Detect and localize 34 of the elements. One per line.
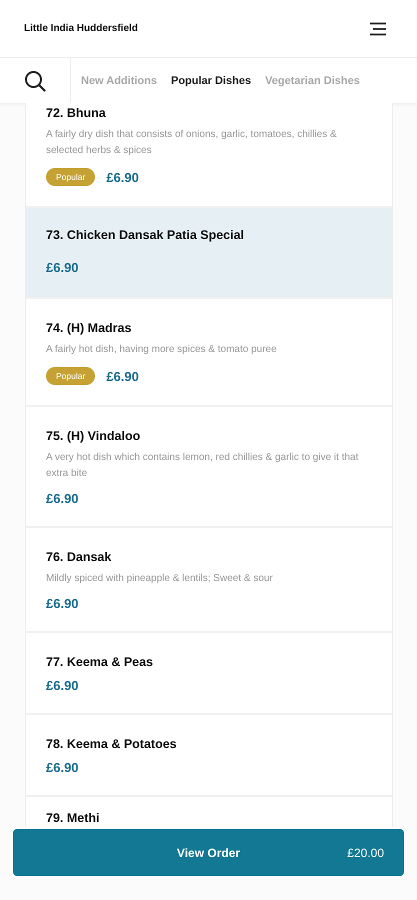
dish-item[interactable]: 78. Keema & Potatoes £6.90 [26, 715, 392, 797]
dish-item[interactable]: 79. Methi [26, 797, 392, 827]
dish-name: 76. Dansak [46, 550, 112, 564]
dish-item[interactable]: 77. Keema & Peas £6.90 [26, 633, 392, 715]
popular-badge: Popular [46, 168, 96, 186]
dish-name: 79. Methi [46, 811, 100, 825]
dish-name: 77. Keema & Peas [46, 655, 154, 669]
dish-description: A fairly hot dish, having more spices & tomato puree [46, 343, 278, 357]
menu-icon[interactable] [369, 22, 387, 36]
view-order-button[interactable]: View Order £20.00 [13, 829, 404, 876]
restaurant-name: Little India Huddersfield [24, 23, 138, 34]
dish-price: £6.90 [106, 170, 139, 184]
dish-item[interactable]: 75. (H) Vindaloo A very hot dish which contains lemon, red chillies & garlic to give it that extra bite £6.90 [26, 407, 392, 528]
order-total: £20.00 [347, 846, 384, 860]
dish-name: 72. Bhuna [46, 106, 107, 120]
dish-name: 75. (H) Vindaloo [46, 429, 142, 443]
dish-price: £6.90 [46, 491, 79, 506]
dish-description: Mildly spiced with pineapple & lentils; Sweet & sour [46, 572, 274, 586]
dish-item[interactable]: 74. (H) Madras A fairly hot dish, having more spices & tomato puree Popular £6.90 [26, 299, 392, 407]
dish-price: £6.90 [106, 368, 139, 384]
dish-name: 78. Keema & Potatoes [46, 737, 178, 751]
dish-description: A fairly dry dish that consists of onions, garlic, tomatoes, chillies & selected herbs & spices [46, 128, 338, 158]
dish-item[interactable]: 76. Dansak Mildly spiced with pineapple & lentils; Sweet & sour £6.90 [26, 528, 392, 633]
category-tab[interactable]: Popular Dishes [170, 74, 252, 86]
dish-price: £6.90 [46, 760, 79, 775]
dish-item[interactable]: 73. Chicken Dansak Patia Special £6.90 [26, 208, 392, 299]
dish-name: 73. Chicken Dansak Patia Special [46, 228, 246, 242]
dish-description: A very hot dish which contains lemon, red chillies & garlic to give it that extra bite [46, 451, 360, 481]
search-icon[interactable] [24, 70, 46, 92]
dish-price: £6.90 [46, 678, 79, 693]
dish-name: 74. (H) Madras [46, 321, 132, 335]
dish-price: £6.90 [46, 596, 79, 611]
popular-badge: Popular [46, 367, 96, 385]
dish-price: £6.90 [46, 260, 79, 275]
